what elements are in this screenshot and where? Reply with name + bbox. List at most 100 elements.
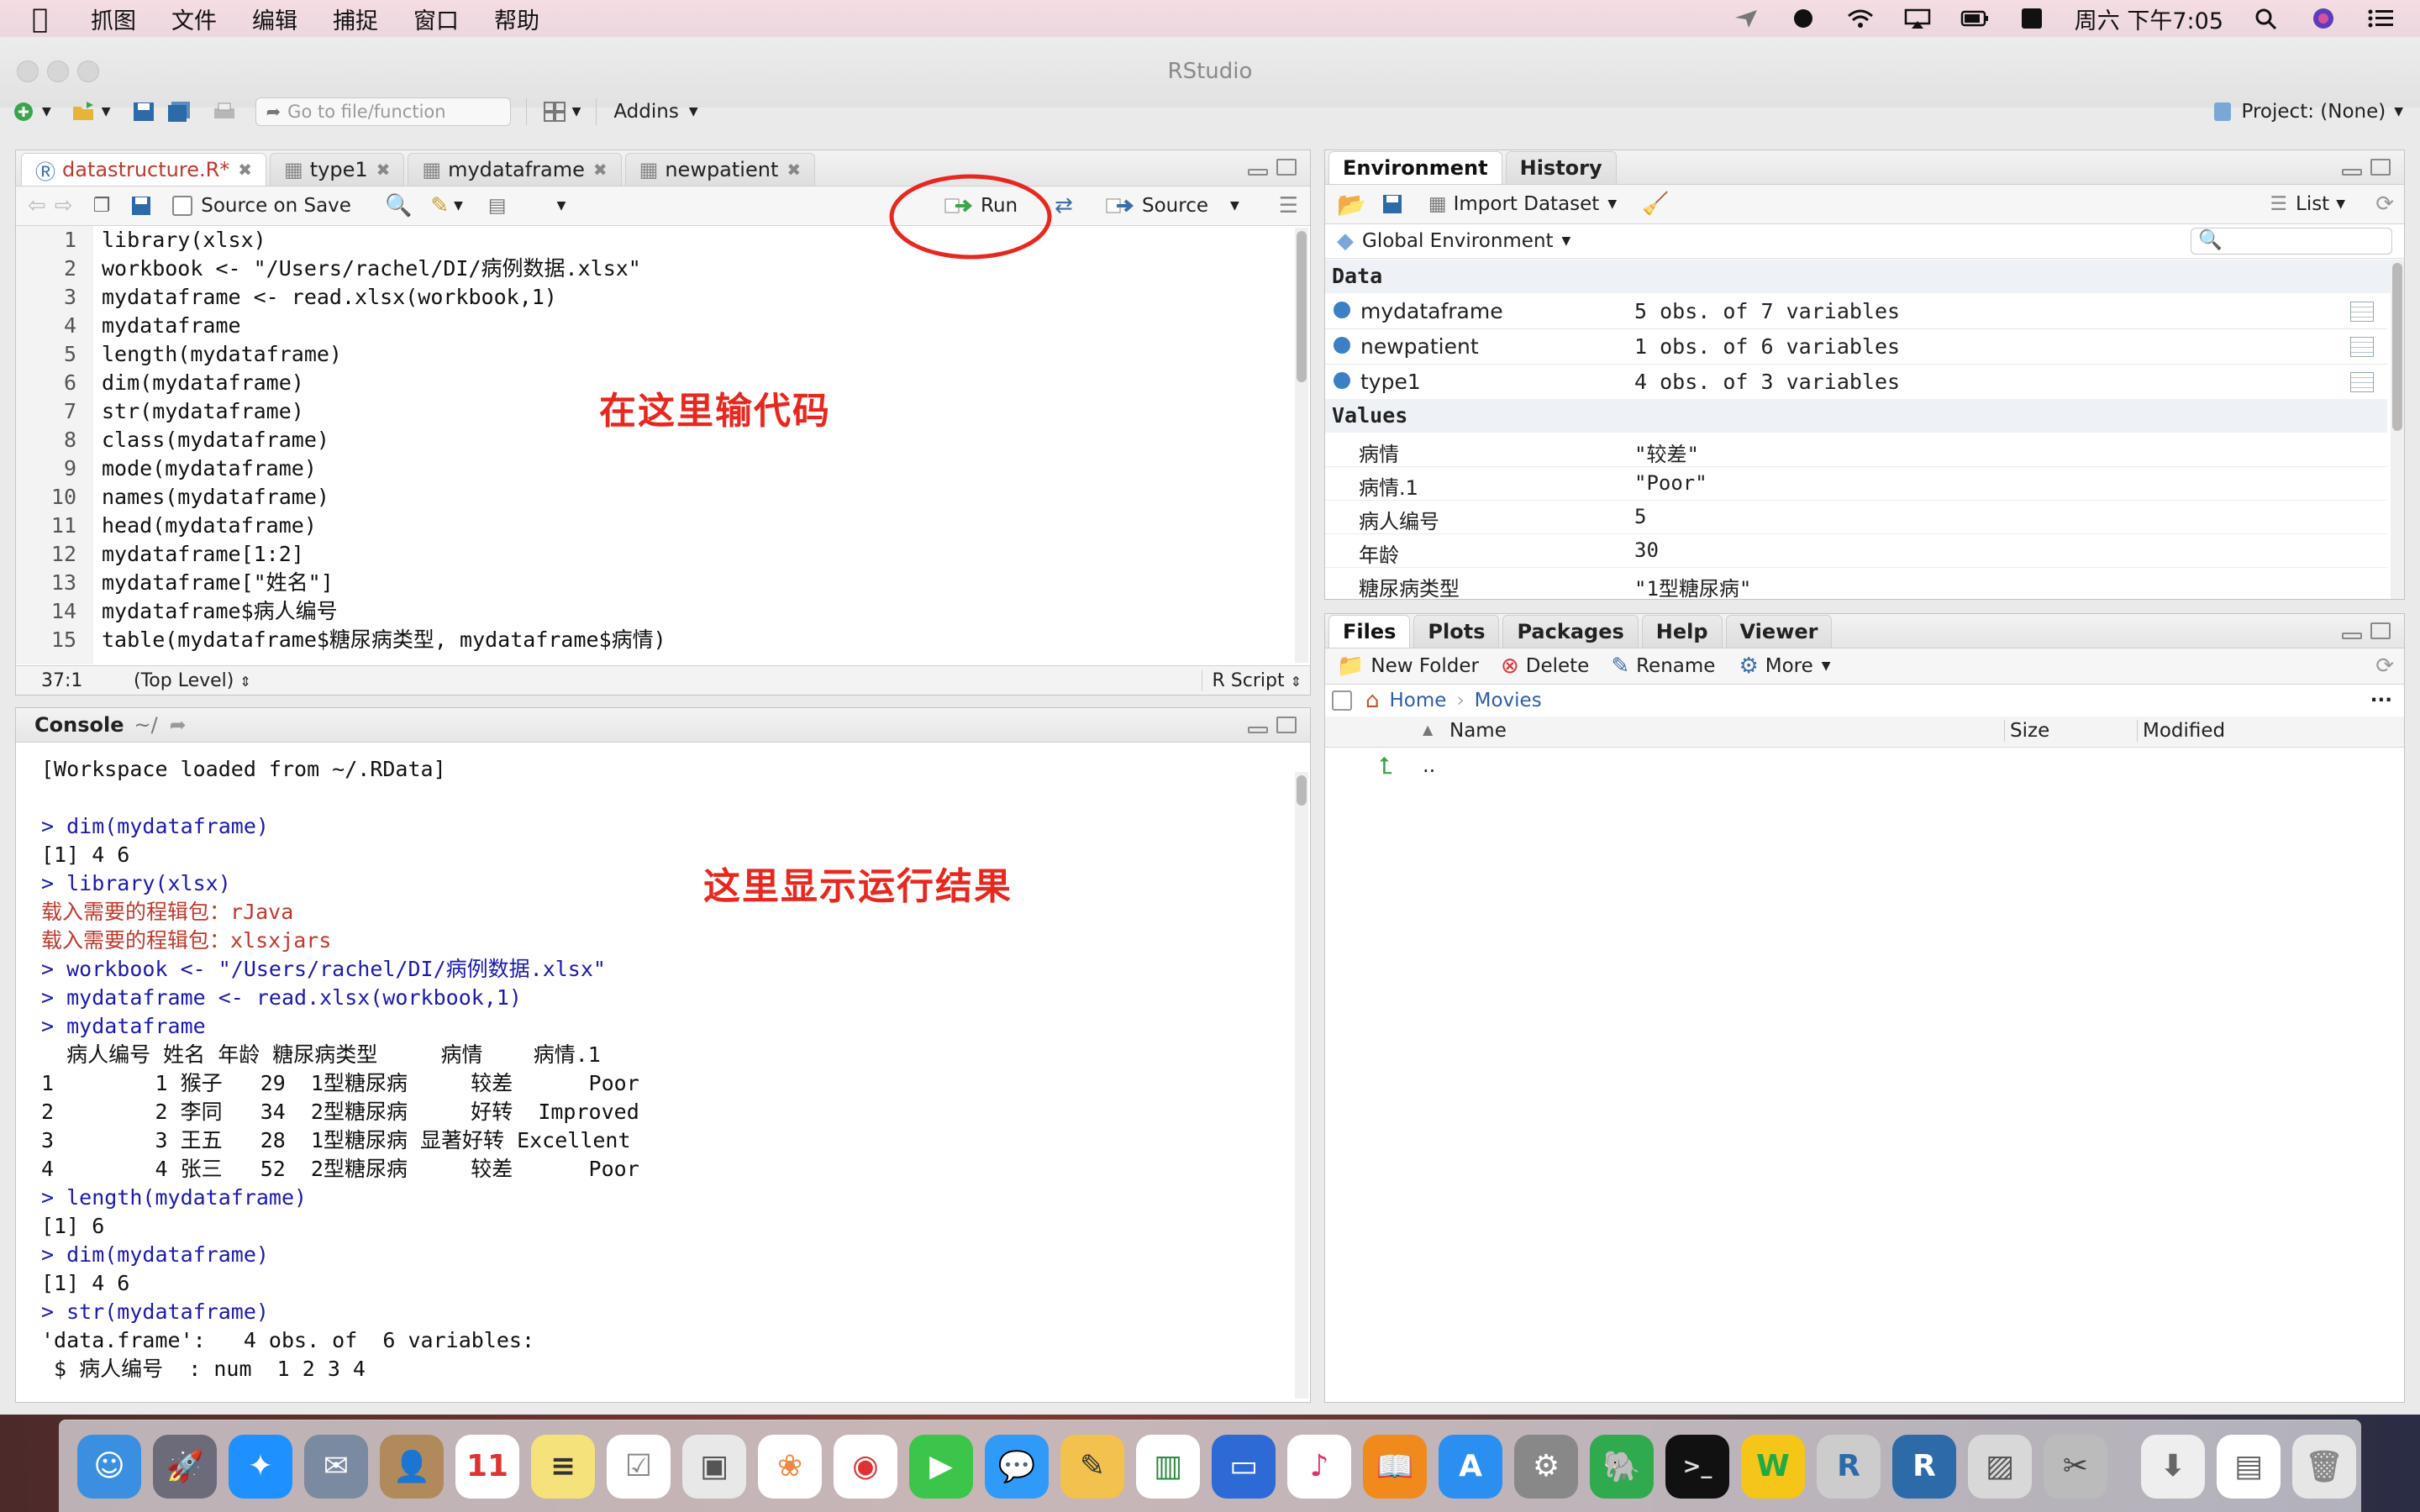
app-status-icon[interactable] <box>1789 8 1818 29</box>
siri-icon[interactable] <box>2309 8 2338 29</box>
wifi-icon[interactable] <box>1846 8 1875 29</box>
pane-layout-button[interactable]: ▼ <box>542 100 581 123</box>
downloads-stack-icon[interactable]: ⬇ <box>2141 1434 2205 1499</box>
search-icon[interactable]: 🔍 <box>385 193 412 218</box>
finder-icon[interactable]: ☺ <box>77 1434 141 1499</box>
console-output[interactable]: [Workspace loaded from ~/.RData] > dim(m… <box>28 755 1288 1402</box>
env-data-row[interactable]: type1 4 obs. of 3 variables <box>1325 364 2387 400</box>
numbers-chart-icon[interactable]: ▥ <box>1136 1434 1200 1499</box>
screenshot-scissors-icon[interactable]: ✂ <box>2044 1434 2107 1499</box>
menu-item-window[interactable]: 窗口 <box>413 3 459 35</box>
notification-center-icon[interactable] <box>2366 8 2395 29</box>
refresh-icon[interactable]: ⟳ <box>2375 192 2394 217</box>
dropdown-arrow-icon[interactable]: ▼ <box>557 199 566 213</box>
launchpad-rocket-icon[interactable]: 🚀 <box>153 1434 217 1499</box>
tab-datastructure[interactable]: Ⓡ datastructure.R* ✖ <box>21 153 267 186</box>
env-value-row[interactable]: 糖尿病类型 "1型糖尿病" <box>1325 567 2387 599</box>
location-icon[interactable] <box>1732 8 1760 29</box>
expand-bullet-icon[interactable] <box>1334 302 1350 318</box>
more-menu-button[interactable]: ⚙ More ▼ <box>1739 654 1830 679</box>
menu-item-capture[interactable]: 捕捉 <box>333 3 378 35</box>
print-button[interactable] <box>212 100 237 123</box>
column-name[interactable]: Name <box>1449 720 1507 742</box>
reminders-icon[interactable]: ☑ <box>607 1434 671 1499</box>
save-disk-icon[interactable] <box>130 195 152 217</box>
minimize-pane-button[interactable] <box>1248 169 1268 176</box>
env-value-row[interactable]: 病情 "较差" <box>1325 433 2387 467</box>
menu-item-help[interactable]: 帮助 <box>494 3 539 35</box>
tab-history[interactable]: History <box>1505 151 1617 184</box>
open-file-button[interactable]: ▼ <box>71 100 111 123</box>
system-preferences-gear-icon[interactable]: ⚙ <box>1514 1434 1578 1499</box>
clear-broom-icon[interactable]: 🧹 <box>1642 192 1669 217</box>
env-data-row[interactable]: mydataframe 5 obs. of 7 variables <box>1325 293 2387 329</box>
forward-arrow-icon[interactable]: ⇨ <box>55 193 73 218</box>
tab-viewer[interactable]: Viewer <box>1725 615 1833 648</box>
facetime-icon[interactable]: ▶ <box>909 1434 973 1499</box>
environment-search-input[interactable]: 🔍 <box>2191 228 2392 255</box>
evernote-icon[interactable]: 🐘 <box>1590 1434 1654 1499</box>
more-options-icon[interactable]: ··· <box>2370 690 2392 711</box>
battery-icon[interactable] <box>1960 8 1989 29</box>
tab-packages[interactable]: Packages <box>1502 615 1639 648</box>
menubar-clock[interactable]: 周六 下午7:05 <box>2075 3 2223 35</box>
expand-bullet-icon[interactable] <box>1334 372 1350 389</box>
menu-item-grab[interactable]: 抓图 <box>91 3 136 35</box>
code-editor[interactable]: 1 library(xlsx) 2 workbook <- "/Users/rach… <box>16 226 1292 664</box>
documents-stack-icon[interactable]: ▤ <box>2217 1434 2281 1499</box>
tab-newpatient[interactable]: ▦ newpatient ✖ <box>624 153 816 186</box>
vpn-app-icon[interactable]: W <box>1741 1434 1805 1499</box>
keynote-icon[interactable]: ▭ <box>1212 1434 1276 1499</box>
refresh-icon[interactable]: ⟳ <box>2375 654 2394 679</box>
minimize-pane-button[interactable] <box>1248 727 1268 733</box>
breadcrumb-home[interactable]: Home <box>1390 690 1447 711</box>
document-outline-icon[interactable]: ☰ <box>1279 193 1298 218</box>
delete-button[interactable]: ⊗ Delete <box>1501 654 1589 679</box>
scope-selector[interactable]: (Top Level) ⇕ <box>134 670 251 691</box>
app-store-icon[interactable]: A <box>1439 1434 1502 1499</box>
env-value-row[interactable]: 病情.1 "Poor" <box>1325 466 2387 501</box>
pages-icon[interactable]: ✎ <box>1060 1434 1124 1499</box>
spotlight-search-icon[interactable] <box>2252 8 2281 29</box>
maximize-pane-button[interactable] <box>1276 717 1297 733</box>
messages-icon[interactable]: 💬 <box>985 1434 1049 1499</box>
go-to-directory-icon[interactable]: ➦ <box>170 713 187 737</box>
magic-wand-icon[interactable]: ✎ <box>430 193 449 218</box>
env-data-row[interactable]: newpatient 1 obs. of 6 variables <box>1325 328 2387 365</box>
trash-icon[interactable]: 🗑 <box>2292 1434 2356 1499</box>
file-row[interactable]: ⮤ .. <box>1325 748 2404 784</box>
view-table-icon[interactable] <box>2350 337 2374 357</box>
music-note-icon[interactable]: ♪ <box>1287 1434 1351 1499</box>
new-file-button[interactable]: ▼ <box>12 100 51 123</box>
expand-bullet-icon[interactable] <box>1334 337 1350 354</box>
column-size[interactable]: Size <box>2004 720 2049 742</box>
tab-environment[interactable]: Environment <box>1328 151 1502 184</box>
filetype-selector[interactable]: R Script ⇕ <box>1201 669 1302 691</box>
compile-report-icon[interactable]: ▤ <box>488 195 507 217</box>
apple-menu-icon[interactable]:  <box>32 3 66 34</box>
menu-item-file[interactable]: 文件 <box>171 3 217 35</box>
goto-file-input[interactable]: ➦ Go to file/function <box>255 97 511 126</box>
maximize-pane-button[interactable] <box>2370 159 2391 176</box>
environment-scroll-thumb[interactable] <box>2392 263 2402 431</box>
env-value-row[interactable]: 病人编号 5 <box>1325 500 2387 534</box>
view-table-icon[interactable] <box>2350 372 2374 392</box>
source-on-save-checkbox[interactable] <box>172 196 193 216</box>
console-scrollbar[interactable] <box>1295 772 1308 1399</box>
close-tab-icon[interactable]: ✖ <box>238 160 252 180</box>
environment-scrollbar[interactable] <box>2391 260 2404 599</box>
view-table-icon[interactable] <box>2350 302 2374 322</box>
close-tab-icon[interactable]: ✖ <box>593 160 608 180</box>
maximize-pane-button[interactable] <box>1276 159 1297 176</box>
breadcrumb-movies[interactable]: Movies <box>1475 690 1542 711</box>
minimize-pane-button[interactable] <box>2342 169 2362 176</box>
close-tab-icon[interactable]: ✖ <box>786 160 801 180</box>
tab-help[interactable]: Help <box>1641 615 1723 648</box>
editor-scroll-thumb[interactable] <box>1297 231 1307 382</box>
tab-mydataframe[interactable]: ▦ mydataframe ✖ <box>408 153 622 186</box>
save-disk-icon[interactable] <box>1381 193 1403 215</box>
close-tab-icon[interactable]: ✖ <box>376 160 391 180</box>
project-menu-button[interactable]: Project: (None) ▼ <box>2210 100 2403 123</box>
editor-scrollbar[interactable] <box>1295 228 1308 663</box>
minimize-pane-button[interactable] <box>2342 633 2362 639</box>
